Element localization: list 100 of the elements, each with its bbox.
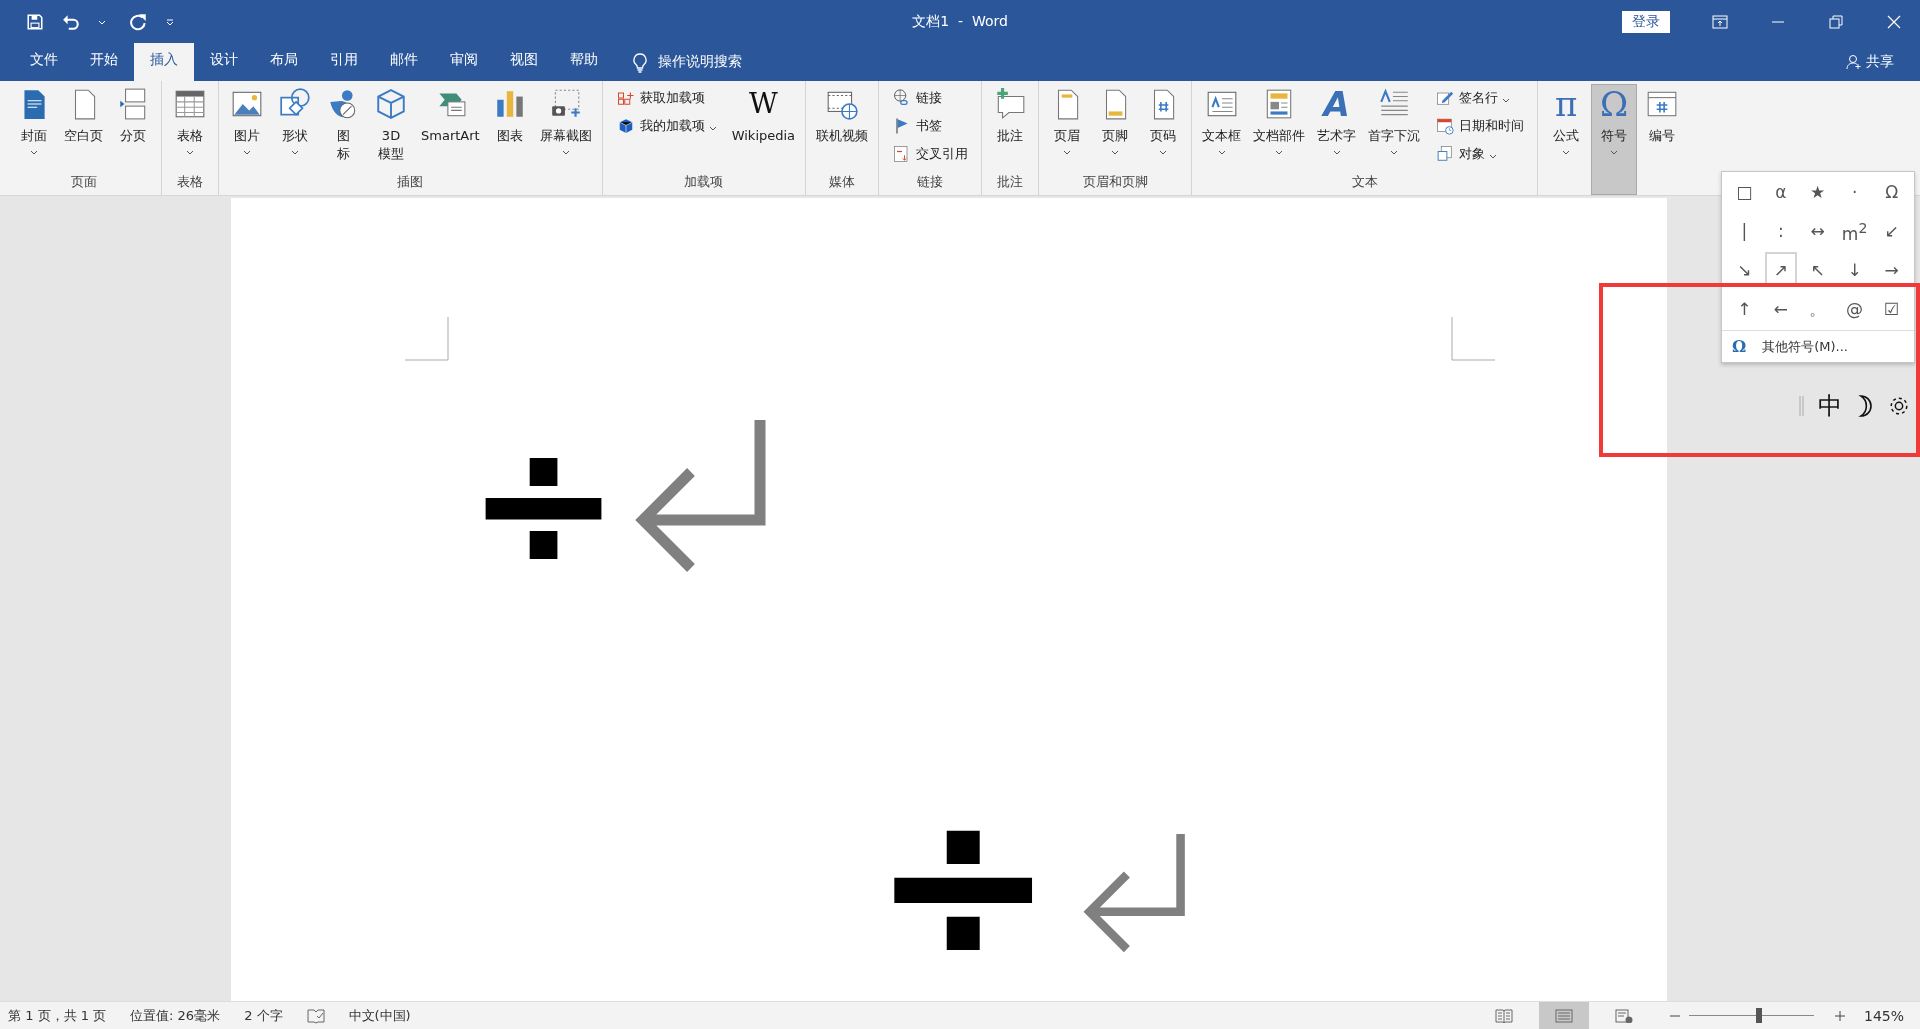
symbol-item[interactable]: 。	[1801, 291, 1834, 326]
group-label: 表格	[177, 173, 203, 191]
symbol-item[interactable]: ·	[1837, 174, 1872, 209]
customize-icon[interactable]	[166, 17, 174, 26]
redo-icon[interactable]	[130, 12, 148, 31]
ribbon-button[interactable]: 图片	[224, 84, 270, 173]
symbol-item[interactable]: ↓	[1837, 252, 1872, 287]
division-sign: ÷	[466, 403, 621, 603]
symbol-item[interactable]: →	[1875, 252, 1908, 287]
button-label: Wikipedia	[731, 127, 796, 145]
ribbon-button[interactable]: 3D 模型	[368, 84, 414, 173]
symbol-item[interactable]: ☑	[1875, 291, 1908, 326]
ribbon-button[interactable]: 联机视频	[811, 84, 874, 173]
zoom-in-icon[interactable]	[1833, 1009, 1846, 1022]
ribbon-button[interactable]: 我的加载项	[613, 114, 719, 138]
ribbon-button[interactable]: 图 标	[320, 84, 366, 173]
ribbon-button[interactable]: SmartArt	[416, 84, 485, 173]
symbol-item[interactable]: m$^{2}$	[1837, 213, 1872, 248]
button-label: 空白页	[64, 127, 103, 145]
person-icon	[1846, 54, 1862, 70]
ribbon-tab[interactable]: 引用	[314, 43, 374, 81]
status-text[interactable]: 2 个字	[244, 1006, 283, 1025]
share-button[interactable]: 共享	[1846, 53, 1894, 71]
ribbon-tab[interactable]: 审阅	[434, 43, 494, 81]
ribbon-tab[interactable]: 插入	[134, 43, 194, 81]
ribbon-button[interactable]: 日期和时间	[1433, 114, 1527, 138]
status-text[interactable]: 位置值: 26毫米	[130, 1006, 221, 1025]
symbol-item[interactable]: ↖	[1801, 252, 1834, 287]
ribbon-button[interactable]: 文档部件	[1248, 84, 1311, 173]
button-label: 标	[336, 145, 350, 163]
ribbon-button[interactable]: 文本框	[1197, 84, 1247, 173]
ribbon-button[interactable]: W Wikipedia	[726, 84, 801, 173]
zoom-level[interactable]: 145%	[1863, 1007, 1904, 1024]
status-text[interactable]: 第 1 页，共 1 页	[8, 1006, 107, 1025]
ribbon-button[interactable]: 对象	[1433, 142, 1527, 166]
group-label: 批注	[997, 173, 1024, 191]
handle-icon[interactable]	[1798, 394, 1806, 418]
division-sign: ÷	[871, 783, 1056, 983]
group-label: 加载项	[684, 173, 724, 191]
input-mode-button[interactable]: 中	[1818, 390, 1842, 422]
ribbon-button[interactable]: 屏幕截图	[534, 84, 597, 173]
ribbon-button[interactable]: 图表	[486, 84, 533, 173]
symbol-item[interactable]: ↙	[1875, 213, 1908, 248]
calendar-icon	[1435, 116, 1456, 136]
more-symbols-item[interactable]: Ω 其他符号(M)...	[1722, 330, 1914, 362]
symbol-item[interactable]: ★	[1801, 174, 1834, 209]
button-label: 艺术字	[1317, 127, 1357, 145]
ribbon-button[interactable]: 分页	[110, 84, 156, 173]
symbol-item[interactable]: ↘	[1728, 252, 1761, 287]
book-icon	[1494, 1008, 1513, 1023]
ribbon-tab[interactable]: 文件	[14, 43, 74, 81]
save-icon[interactable]	[26, 12, 44, 31]
ribbon-button[interactable]: 空白页	[59, 84, 108, 173]
symbol-item[interactable]: ↔	[1801, 213, 1834, 248]
ribbon-button[interactable]: 链接	[890, 86, 971, 110]
symbol-item[interactable]: @	[1837, 291, 1872, 326]
undo-icon[interactable]	[62, 12, 80, 31]
button-label: 图片	[234, 127, 260, 145]
ribbon-button[interactable]: π 公式	[1543, 84, 1590, 195]
ribbon-button[interactable]: 签名行	[1433, 86, 1527, 110]
ribbon-button[interactable]: 形状	[272, 84, 318, 173]
ribbon-button[interactable]: 交叉引用	[890, 142, 971, 166]
web-page-icon	[1614, 1008, 1633, 1023]
ribbon-tab[interactable]: 帮助	[554, 43, 614, 81]
ribbon-button[interactable]: 编号	[1639, 84, 1686, 195]
symbol-item[interactable]: α	[1764, 174, 1798, 209]
ribbon-button[interactable]: 表格	[167, 84, 213, 173]
ribbon-button[interactable]: 批注	[987, 84, 1034, 173]
ribbon-button[interactable]: 页码	[1140, 84, 1187, 173]
ribbon-button[interactable]: 页脚	[1092, 84, 1139, 173]
window-title: 文档1 - Word	[912, 12, 1008, 31]
language-status[interactable]: 中文(中国)	[348, 1006, 411, 1025]
ribbon-tab[interactable]: 视图	[494, 43, 554, 81]
button-label: 批注	[997, 127, 1024, 145]
sign-in-button[interactable]: 登录	[1622, 10, 1670, 33]
ribbon-tab[interactable]: 邮件	[374, 43, 434, 81]
ribbon-button[interactable]: 页眉	[1044, 84, 1091, 173]
ribbon-button[interactable]: 获取加载项	[613, 86, 719, 110]
button-label: 分页	[120, 127, 146, 145]
symbol-item[interactable]: □	[1728, 174, 1761, 209]
close-icon[interactable]	[1886, 13, 1902, 30]
symbol-item[interactable]: |	[1728, 213, 1761, 248]
symbol-item[interactable]: ←	[1764, 291, 1798, 326]
ribbon-tab[interactable]: 设计	[194, 43, 254, 81]
ribbon-button[interactable]: 封面	[11, 84, 57, 173]
ribbon-tab[interactable]: 开始	[74, 43, 134, 81]
proofing-icon[interactable]	[306, 1007, 325, 1024]
corner-mark-icon	[1451, 317, 1495, 361]
restore-icon[interactable]	[1828, 13, 1844, 30]
ribbon-button[interactable]: 首字下沉	[1363, 84, 1426, 173]
tell-me-search[interactable]: 操作说明搜索	[658, 53, 742, 71]
ribbon-button[interactable]: Ω 符号	[1591, 84, 1638, 195]
button-label: 文档部件	[1253, 127, 1306, 145]
ribbon-display-icon[interactable]	[1712, 13, 1728, 30]
ribbon-button[interactable]: A 艺术字	[1312, 84, 1362, 173]
symbol-item[interactable]: :	[1764, 213, 1798, 248]
ribbon-button[interactable]: 书签	[890, 114, 971, 138]
symbol-item[interactable]: ↑	[1728, 291, 1761, 326]
symbol-item[interactable]: Ω	[1875, 174, 1908, 209]
ribbon-tab[interactable]: 布局	[254, 43, 314, 81]
